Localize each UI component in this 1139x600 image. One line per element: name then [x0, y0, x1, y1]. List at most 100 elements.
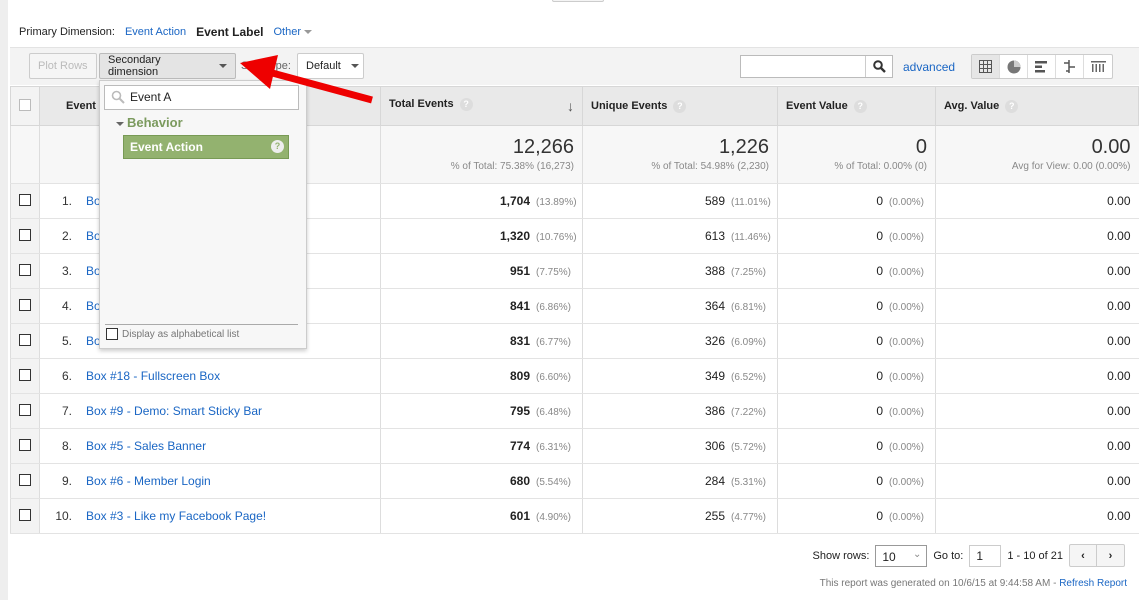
comparison-view-button[interactable] — [1056, 55, 1084, 78]
row-cb-cell — [10, 183, 40, 219]
row-cb-cell — [10, 288, 40, 324]
event-label-cell: 6. Box #18 - Fullscreen Box — [39, 358, 381, 394]
table-view-button[interactable] — [972, 55, 1000, 78]
event-value-value: 0 — [876, 404, 883, 418]
rows-value: 10 — [882, 549, 896, 564]
alphabetical-checkbox[interactable] — [106, 328, 118, 340]
row-checkbox[interactable] — [19, 438, 31, 451]
option-label: Event Action — [130, 140, 203, 154]
show-rows-select[interactable]: 10 ⌄ — [875, 544, 928, 567]
dimension-option-event-action[interactable]: Event Action? — [123, 135, 289, 159]
help-icon[interactable]: ? — [853, 99, 867, 113]
goto-input[interactable]: 1 — [969, 544, 1002, 567]
event-value-value: 0 — [876, 299, 883, 313]
event-value-pct: (0.00%) — [889, 512, 925, 523]
column-total-events[interactable]: Total Events? ↓ — [380, 86, 583, 126]
column-event-value[interactable]: Event Value? — [777, 86, 936, 126]
summary-total: 12,266 % of Total: 75.38% (16,273) — [380, 125, 583, 184]
row-checkbox[interactable] — [19, 473, 31, 486]
group-behavior[interactable]: Behavior — [116, 115, 183, 130]
top-button[interactable] — [552, 0, 604, 2]
event-value-pct: (0.00%) — [889, 267, 925, 278]
alphabetical-toggle[interactable]: Display as alphabetical list — [106, 328, 239, 340]
row-checkbox[interactable] — [19, 403, 31, 416]
help-icon[interactable]: ? — [673, 99, 687, 113]
event-label-link[interactable]: Box #9 - Demo: Smart Sticky Bar — [86, 404, 262, 418]
search-button[interactable] — [865, 56, 892, 77]
event-label-link[interactable]: Box #18 - Fullscreen Box — [86, 369, 220, 383]
event-value-value: 0 — [876, 439, 883, 453]
row-index: 3. — [61, 264, 72, 278]
row-checkbox[interactable] — [19, 263, 31, 276]
row-checkbox[interactable] — [19, 508, 31, 521]
unique-events-cell: 306 (5.72%) — [582, 428, 778, 464]
total-events-cell: 1,704 (13.89%) — [380, 183, 583, 219]
pagination: Show rows: 10 ⌄ Go to: 1 1 - 10 of 21 ‹ › — [813, 544, 1125, 567]
column-unique-events[interactable]: Unique Events? — [582, 86, 778, 126]
event-label-link[interactable]: Box #3 - Like my Facebook Page! — [86, 509, 266, 523]
help-icon[interactable]: ? — [271, 140, 284, 153]
table-row: 7. Box #9 - Demo: Smart Sticky Bar 795 (6.… — [10, 393, 1139, 429]
dimension-event-label[interactable]: Event Label — [196, 25, 263, 39]
pie-view-button[interactable] — [1000, 55, 1028, 78]
row-checkbox[interactable] — [19, 193, 31, 206]
summary-avg: 0.00 Avg for View: 0.00 (0.00%) — [935, 125, 1139, 184]
select-all-checkbox[interactable] — [19, 98, 31, 111]
help-icon[interactable]: ? — [1005, 99, 1019, 113]
sort-desc-icon: ↓ — [567, 98, 574, 114]
row-checkbox[interactable] — [19, 333, 31, 346]
avg-value-cell: 0.00 — [935, 183, 1139, 219]
search-icon — [111, 90, 125, 104]
row-checkbox[interactable] — [19, 368, 31, 381]
table-search-input[interactable] — [740, 55, 893, 78]
avg-value-value: 0.00 — [1107, 474, 1131, 488]
dimension-other[interactable]: Other — [273, 26, 312, 38]
row-index: 5. — [61, 334, 72, 348]
unique-events-value: 613 — [704, 229, 725, 243]
total-events-cell: 1,320 (10.76%) — [380, 218, 583, 254]
avg-value-cell: 0.00 — [935, 323, 1139, 359]
unique-events-cell: 386 (7.22%) — [582, 393, 778, 429]
dimension-event-action[interactable]: Event Action — [125, 26, 186, 38]
table-row: 9. Box #6 - Member Login 680 (5.54%) 284 (5… — [10, 463, 1139, 499]
event-value-cell: 0 (0.00%) — [777, 288, 936, 324]
refresh-report-link[interactable]: Refresh Report — [1059, 578, 1127, 589]
row-index: 10. — [55, 509, 72, 523]
next-page-button[interactable]: › — [1097, 545, 1124, 566]
select-all-cell — [10, 86, 40, 126]
row-checkbox[interactable] — [19, 298, 31, 311]
pager: ‹ › — [1069, 544, 1125, 567]
plot-rows-button[interactable]: Plot Rows — [29, 53, 97, 79]
search-value: Event A — [130, 90, 172, 104]
performance-view-button[interactable] — [1028, 55, 1056, 78]
total-events-value: 1,320 — [499, 229, 530, 243]
unique-events-value: 326 — [704, 334, 725, 348]
avg-value-value: 0.00 — [1107, 264, 1131, 278]
advanced-link[interactable]: advanced — [903, 60, 955, 74]
column-avg-value[interactable]: Avg. Value? — [935, 86, 1139, 126]
avg-value-value: 0.00 — [1107, 229, 1131, 243]
unique-events-cell: 284 (5.31%) — [582, 463, 778, 499]
summary-subtext: % of Total: 0.00% (0) — [834, 161, 927, 172]
event-value-pct: (0.00%) — [889, 442, 925, 453]
other-label: Other — [273, 26, 301, 38]
event-value-value: 0 — [876, 474, 883, 488]
help-icon[interactable]: ? — [459, 98, 473, 111]
total-events-cell: 774 (6.31%) — [380, 428, 583, 464]
event-label-link[interactable]: Box #6 - Member Login — [86, 474, 211, 488]
secondary-dimension-label: Secondary dimension — [108, 54, 161, 78]
secondary-dimension-button[interactable]: Secondary dimension — [99, 53, 236, 79]
goto-value: 1 — [976, 548, 984, 563]
row-cb-cell — [10, 323, 40, 359]
total-events-cell: 831 (6.77%) — [380, 323, 583, 359]
event-label-link[interactable]: Box #5 - Sales Banner — [86, 439, 206, 453]
row-cb-cell — [10, 253, 40, 289]
row-checkbox[interactable] — [19, 228, 31, 241]
event-label-cell: 9. Box #6 - Member Login — [39, 463, 381, 499]
summary-value: 0 % of Total: 0.00% (0) — [777, 125, 936, 184]
column-label: Event — [66, 100, 96, 112]
summary-value: 1,226 — [718, 136, 769, 158]
unique-events-cell: 364 (6.81%) — [582, 288, 778, 324]
pivot-view-button[interactable] — [1084, 55, 1112, 78]
prev-page-button[interactable]: ‹ — [1070, 545, 1097, 566]
